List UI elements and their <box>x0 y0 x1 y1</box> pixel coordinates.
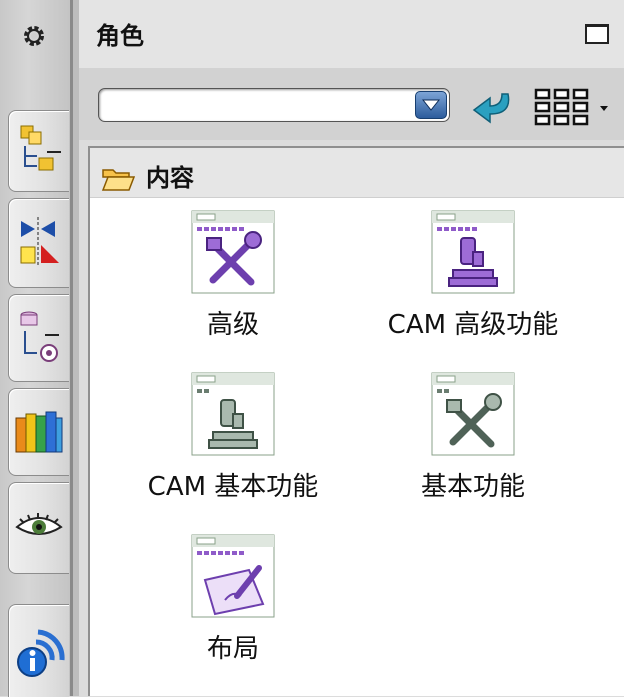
role-item-essentials[interactable]: 基本功能 <box>353 372 593 503</box>
microscope-role-icon <box>191 372 275 456</box>
reuse-library-icon <box>14 404 64 460</box>
panel-title: 角色 <box>96 22 144 50</box>
role-item-layout[interactable]: 布局 <box>113 534 353 665</box>
role-item-label: CAM 基本功能 <box>147 472 319 502</box>
combobox-dropdown-button[interactable] <box>415 91 447 119</box>
maximize-icon[interactable] <box>585 24 609 44</box>
group-label: 内容 <box>146 164 194 192</box>
view-options-dropdown-icon[interactable] <box>598 99 610 111</box>
role-item-advanced[interactable]: 高级 <box>113 210 353 341</box>
tools-role-icon <box>191 210 275 294</box>
role-item-cam-essentials[interactable]: CAM 基本功能 <box>113 372 353 503</box>
information-icon <box>12 620 66 682</box>
part-navigator-icon <box>15 307 63 369</box>
role-item-label: 布局 <box>206 634 259 664</box>
role-item-label: CAM 高级功能 <box>387 310 559 340</box>
role-item-label: 基本功能 <box>420 472 525 502</box>
panel-header <box>79 0 624 68</box>
tab-part-navigator[interactable] <box>8 294 69 382</box>
constraint-navigator-icon <box>15 211 63 275</box>
tab-information[interactable] <box>8 604 69 697</box>
history-eye-icon <box>14 511 64 545</box>
tools-role-icon <box>431 372 515 456</box>
tab-assembly-navigator[interactable] <box>8 110 69 192</box>
resource-bar-settings-gear-icon[interactable] <box>12 16 56 56</box>
chevron-down-icon <box>421 96 441 115</box>
assembly-navigator-icon <box>15 122 63 180</box>
pencil-layout-icon <box>191 534 275 618</box>
view-options-grid-icon[interactable] <box>533 84 591 130</box>
role-item-cam-advanced[interactable]: CAM 高级功能 <box>353 210 593 341</box>
role-filter-combobox[interactable] <box>98 88 450 122</box>
tab-visual-history[interactable] <box>8 482 69 574</box>
open-folder-icon <box>101 166 136 192</box>
microscope-role-icon <box>431 210 515 294</box>
tab-constraint-navigator[interactable] <box>8 198 69 288</box>
role-item-label: 高级 <box>206 310 259 340</box>
tab-reuse-library[interactable] <box>8 388 69 476</box>
back-arrow-icon[interactable] <box>468 88 516 128</box>
